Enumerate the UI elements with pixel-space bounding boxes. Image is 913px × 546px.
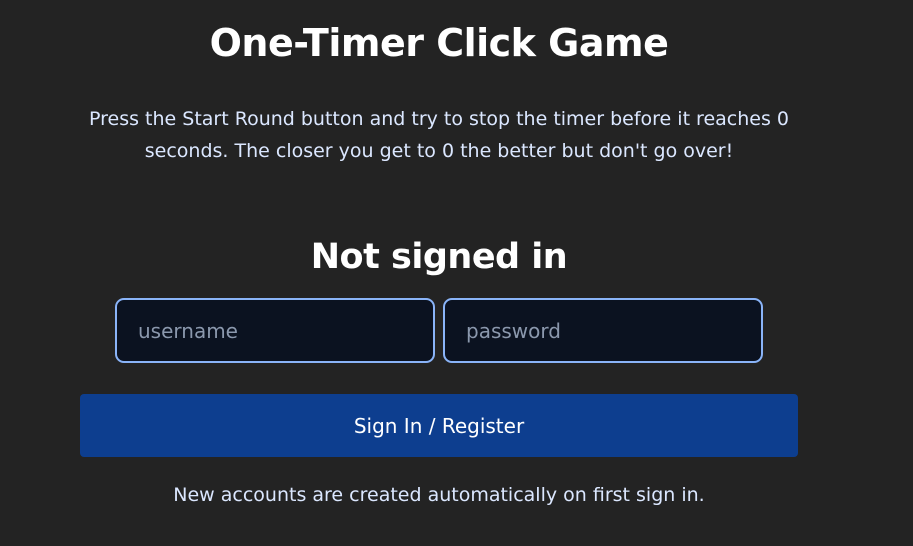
auth-status-heading: Not signed in [310, 237, 568, 277]
username-input[interactable] [115, 298, 435, 363]
game-instructions: Press the Start Round button and try to … [89, 108, 789, 162]
password-input[interactable] [443, 298, 763, 363]
page-title: One-Timer Click Game [209, 21, 669, 65]
sign-in-register-button[interactable]: Sign In / Register [80, 394, 798, 457]
account-creation-note: New accounts are created automatically o… [173, 484, 705, 506]
